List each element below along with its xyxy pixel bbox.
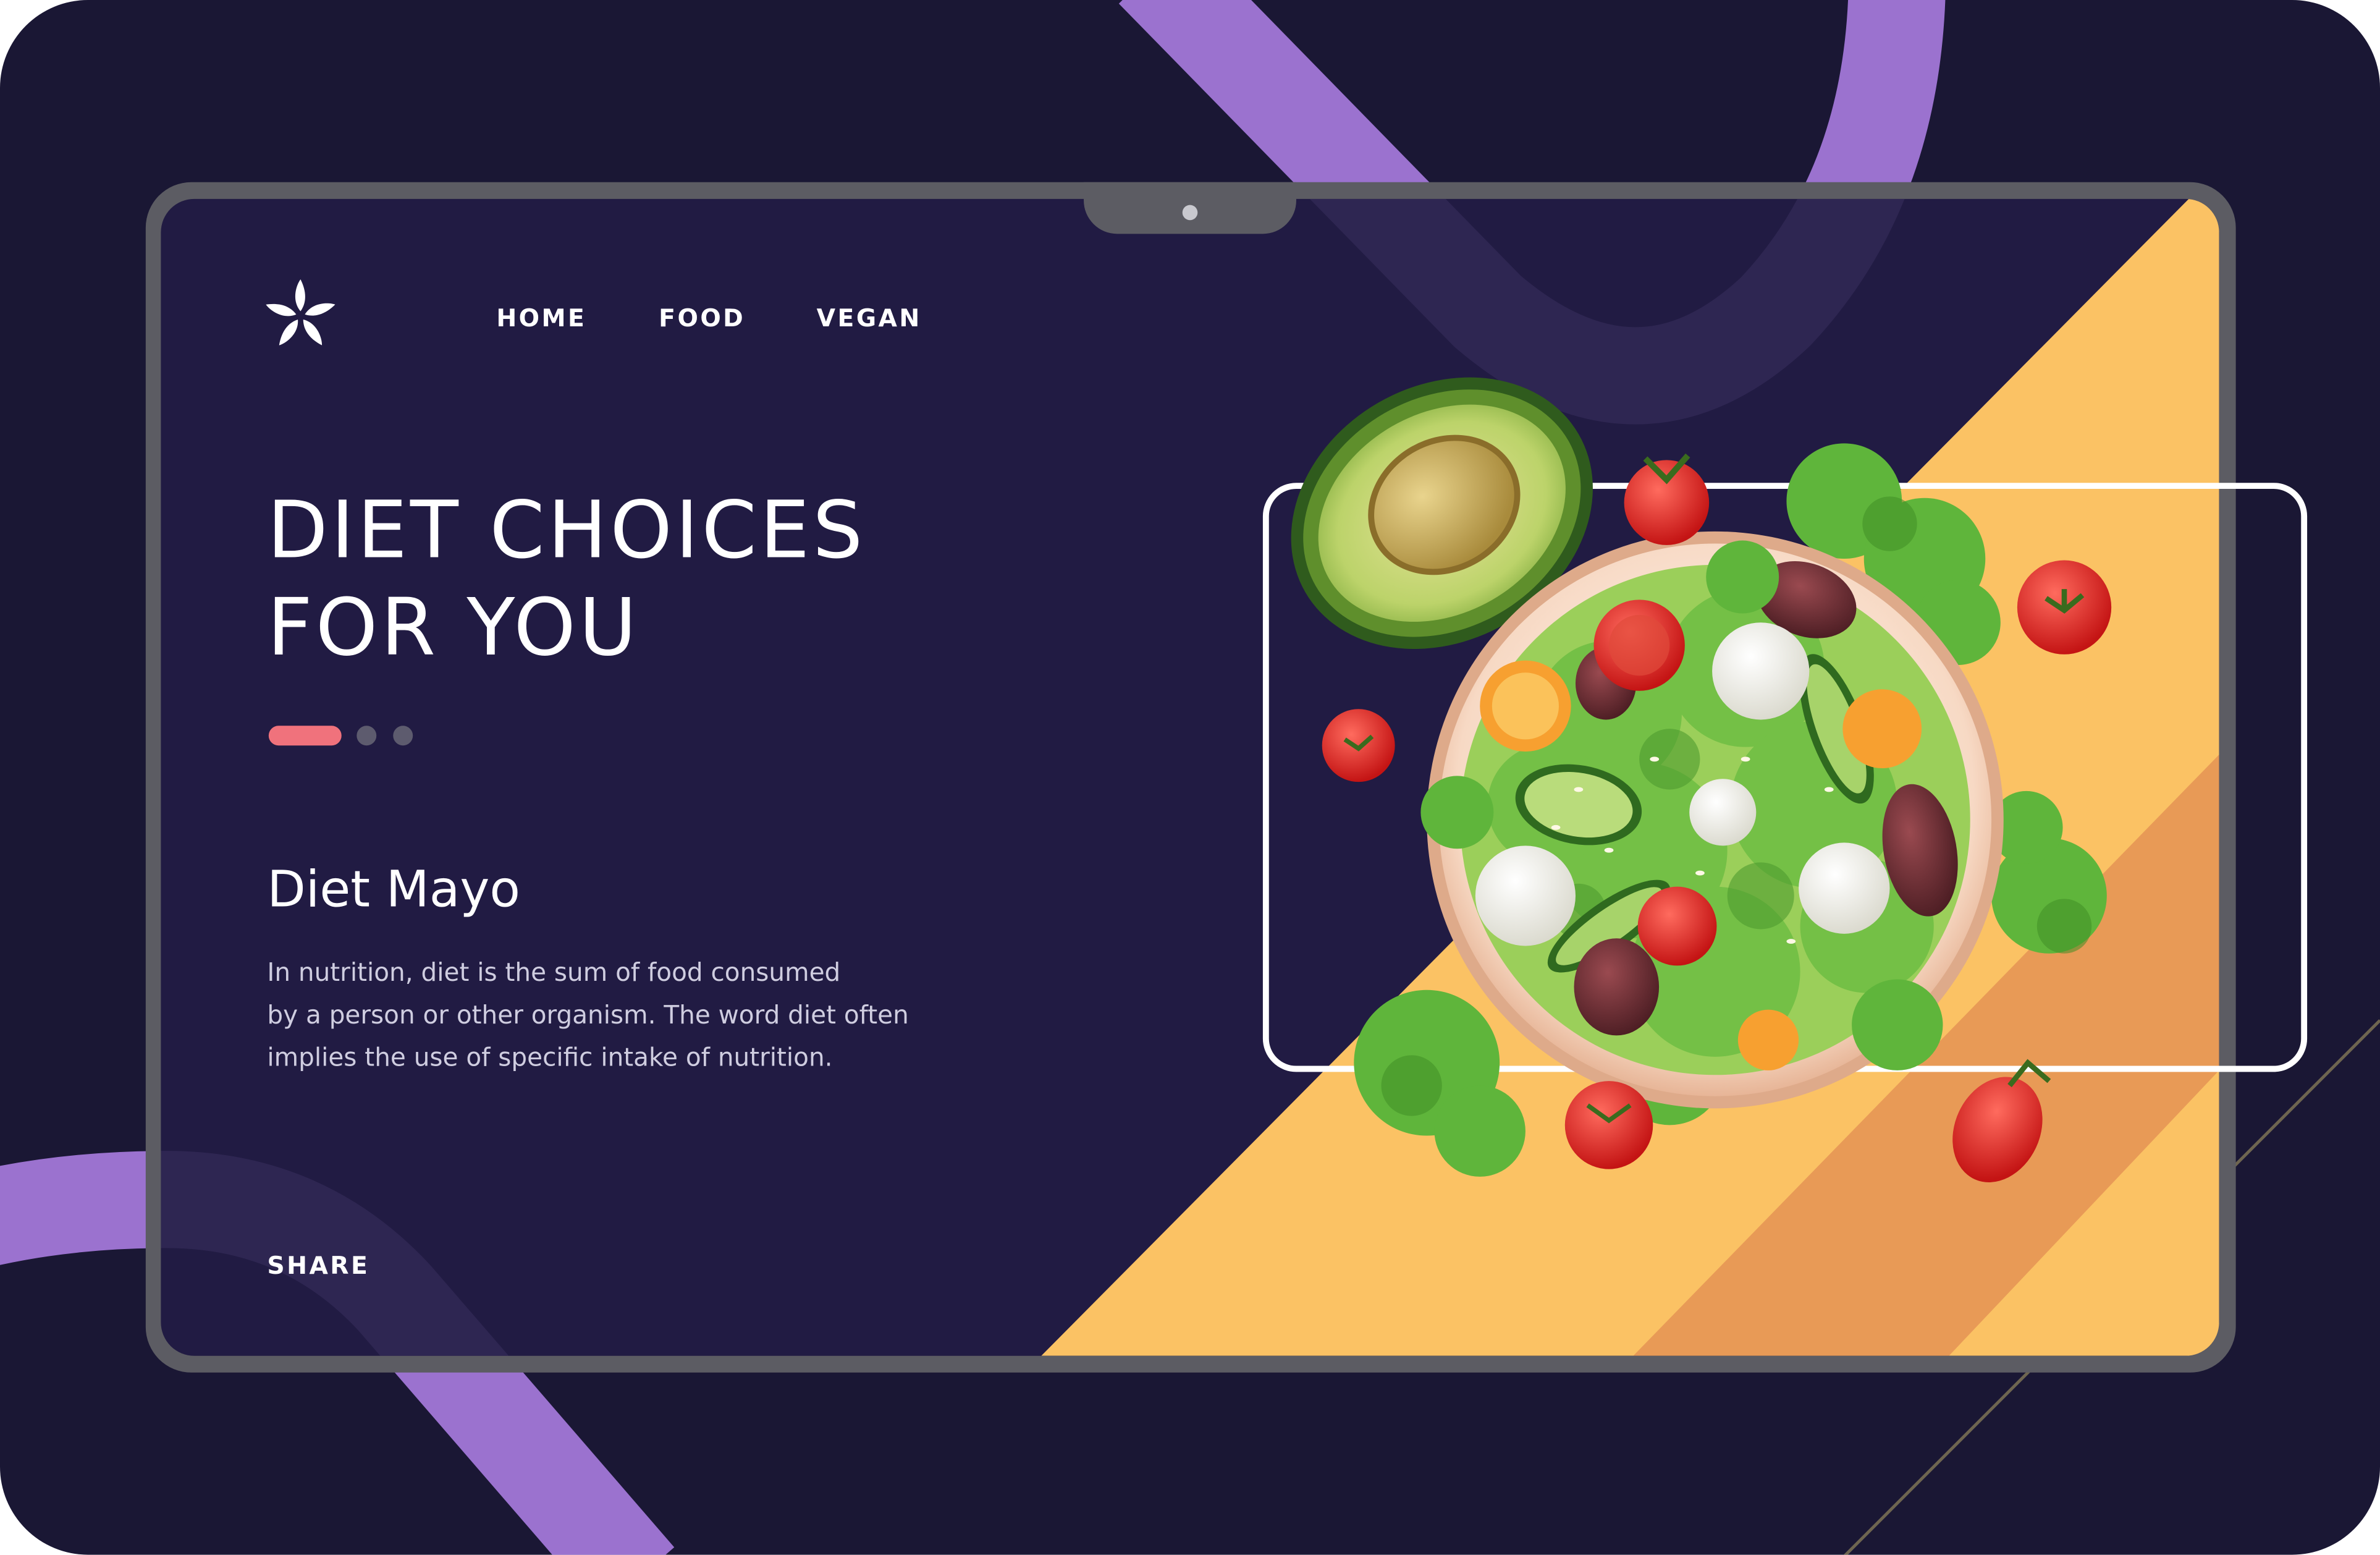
nav-vegan-link[interactable]: VEGAN bbox=[817, 303, 922, 333]
share-link[interactable]: SHARE bbox=[267, 1251, 369, 1280]
flower-logo-icon[interactable] bbox=[261, 276, 340, 355]
carousel-dot-active[interactable] bbox=[268, 726, 342, 746]
hero-title-line-2: FOR YOU bbox=[267, 583, 640, 674]
body-line-2: by a person or other organism. The word … bbox=[267, 1000, 909, 1030]
hero-title-line-1: DIET CHOICES bbox=[267, 486, 866, 577]
carousel-dot-2[interactable] bbox=[357, 726, 377, 746]
nav-food-link[interactable]: FOOD bbox=[659, 303, 745, 333]
body-line-1: In nutrition, diet is the sum of food co… bbox=[267, 958, 841, 987]
camera-dot bbox=[1182, 205, 1198, 221]
section-subtitle: Diet Mayo bbox=[267, 859, 520, 919]
section-body-text: In nutrition, diet is the sum of food co… bbox=[267, 952, 935, 1079]
carousel-dot-3[interactable] bbox=[393, 726, 413, 746]
outline-frame bbox=[1262, 483, 2308, 1072]
faint-ribbon-bottom bbox=[161, 1151, 509, 1356]
stage: HOME FOOD VEGAN DIET CHOICES FOR YOU Die… bbox=[0, 0, 2380, 1555]
flower-logo-svg bbox=[266, 279, 335, 345]
hero-title: DIET CHOICES FOR YOU bbox=[267, 483, 1056, 677]
body-line-3: implies the use of specific intake of nu… bbox=[267, 1043, 833, 1072]
nav-home-link[interactable]: HOME bbox=[496, 303, 586, 333]
